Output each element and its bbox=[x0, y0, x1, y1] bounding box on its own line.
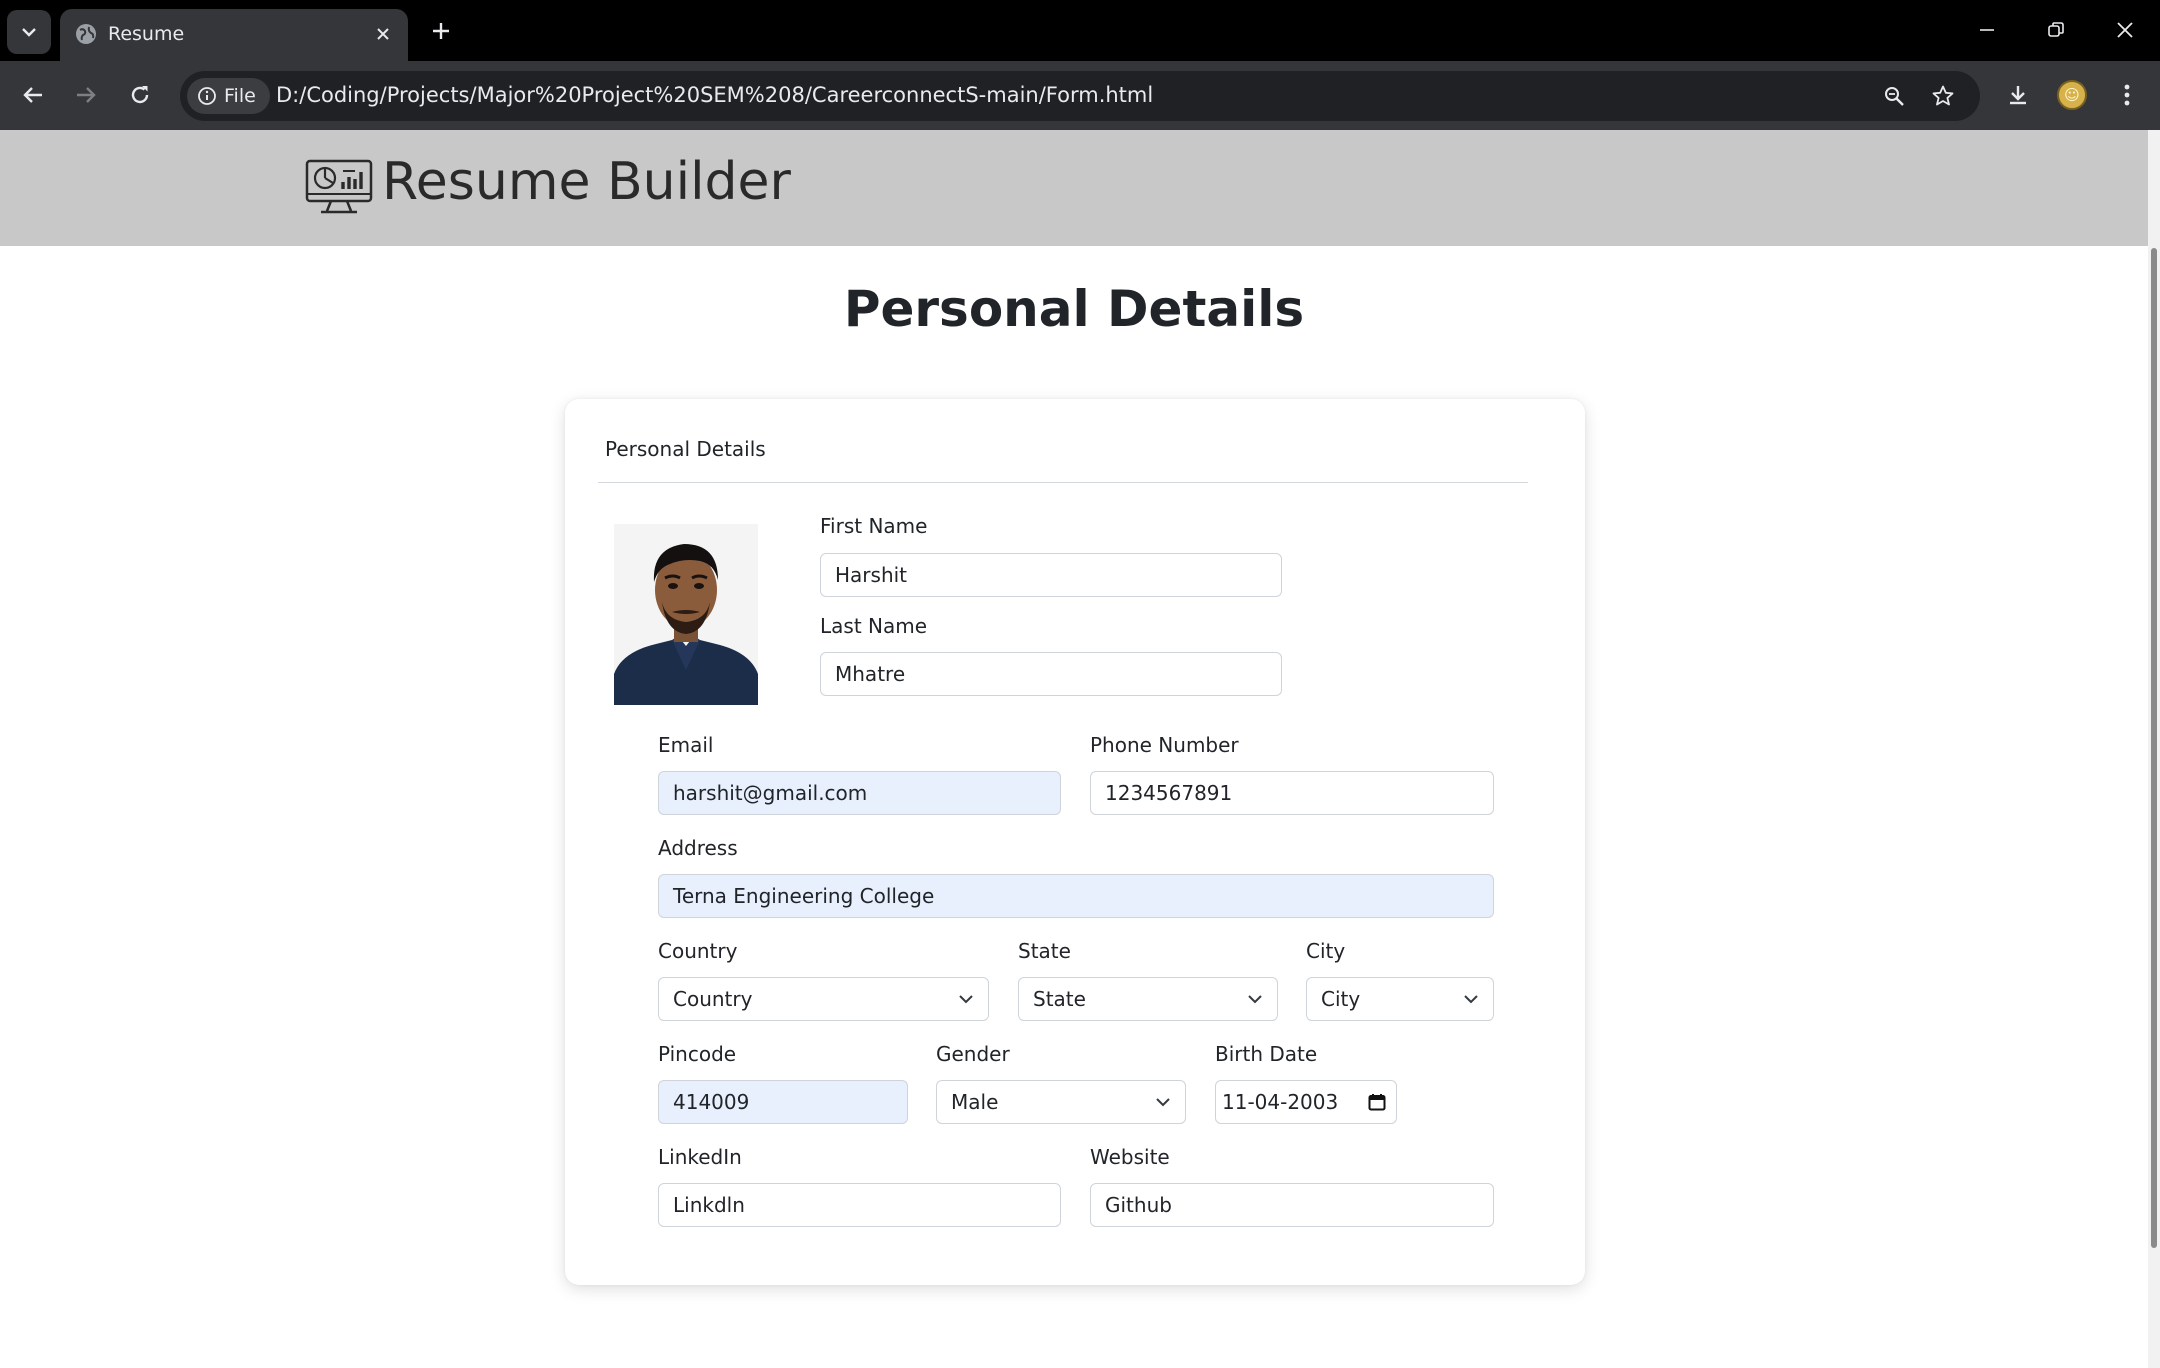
city-label: City bbox=[1306, 939, 1346, 963]
reload-icon bbox=[131, 86, 149, 104]
bookmark-button[interactable] bbox=[1927, 80, 1959, 112]
page-title: Personal Details bbox=[843, 280, 1305, 338]
site-header: Resume Builder bbox=[0, 130, 2148, 246]
linkedin-value: Linkdln bbox=[673, 1193, 745, 1217]
phone-field[interactable]: 1234567891 bbox=[1090, 771, 1494, 815]
menu-button[interactable] bbox=[2106, 74, 2148, 116]
avatar: ☺ bbox=[2057, 80, 2087, 110]
profile-button[interactable]: ☺ bbox=[2051, 74, 2093, 116]
new-tab-button[interactable] bbox=[424, 14, 458, 48]
tab-close-button[interactable] bbox=[370, 21, 396, 47]
state-select[interactable]: State bbox=[1018, 977, 1278, 1021]
more-vertical-icon bbox=[2124, 84, 2130, 106]
download-icon bbox=[2010, 86, 2026, 105]
last-name-value: Mhatre bbox=[835, 662, 906, 686]
browser-tab-bar: Resume bbox=[0, 0, 2160, 61]
country-value: Country bbox=[673, 987, 753, 1011]
downloads-button[interactable] bbox=[1997, 74, 2039, 116]
email-value: harshit@gmail.com bbox=[673, 781, 868, 805]
phone-label: Phone Number bbox=[1090, 733, 1239, 757]
plus-icon bbox=[433, 23, 449, 39]
star-icon bbox=[1932, 85, 1954, 106]
info-icon bbox=[198, 87, 216, 105]
email-field[interactable]: harshit@gmail.com bbox=[658, 771, 1061, 815]
divider bbox=[598, 482, 1528, 483]
globe-icon bbox=[76, 24, 96, 44]
city-select[interactable]: City bbox=[1306, 977, 1494, 1021]
scrollbar-thumb[interactable] bbox=[2151, 248, 2157, 1248]
last-name-input[interactable]: Mhatre bbox=[820, 652, 1282, 696]
back-button[interactable] bbox=[12, 74, 54, 116]
city-value: City bbox=[1321, 987, 1361, 1011]
phone-value: 1234567891 bbox=[1105, 781, 1233, 805]
browser-toolbar: File D:/Coding/Projects/Major%20Project%… bbox=[0, 61, 2160, 130]
birth-date-value: 11-04-2003 bbox=[1222, 1090, 1339, 1114]
chevron-down-icon bbox=[959, 995, 973, 1004]
last-name-label: Last Name bbox=[820, 614, 928, 638]
minimize-icon bbox=[1980, 29, 1994, 31]
file-chip-label: File bbox=[224, 85, 256, 107]
gender-value: Male bbox=[951, 1090, 999, 1114]
birth-date-label: Birth Date bbox=[1215, 1042, 1318, 1066]
linkedin-field[interactable]: Linkdln bbox=[658, 1183, 1061, 1227]
gender-label: Gender bbox=[936, 1042, 1010, 1066]
address-field[interactable]: Terna Engineering College bbox=[658, 874, 1494, 918]
address-bar[interactable]: File D:/Coding/Projects/Major%20Project%… bbox=[180, 71, 1980, 121]
pincode-value: 414009 bbox=[673, 1090, 750, 1114]
birth-date-input[interactable]: 11-04-2003 bbox=[1215, 1080, 1397, 1124]
restore-icon bbox=[2048, 22, 2064, 37]
chevron-down-icon bbox=[1156, 1098, 1170, 1107]
gender-select[interactable]: Male bbox=[936, 1080, 1186, 1124]
pincode-field[interactable]: 414009 bbox=[658, 1080, 908, 1124]
page-scrollbar[interactable] bbox=[2148, 130, 2160, 1368]
zoom-button[interactable] bbox=[1878, 80, 1910, 112]
card-title: Personal Details bbox=[605, 437, 766, 461]
page-viewport: Resume Builder Personal Details Personal… bbox=[0, 130, 2148, 1368]
browser-tab[interactable]: Resume bbox=[60, 9, 408, 61]
country-select[interactable]: Country bbox=[658, 977, 989, 1021]
first-name-label: First Name bbox=[820, 514, 928, 538]
profile-photo-image bbox=[614, 524, 758, 705]
calendar-icon[interactable] bbox=[1368, 1093, 1386, 1111]
personal-details-card: Personal Details First Name Harshit Last bbox=[565, 399, 1585, 1285]
first-name-value: Harshit bbox=[835, 563, 908, 587]
chevron-down-icon bbox=[1248, 995, 1262, 1004]
website-label: Website bbox=[1090, 1145, 1170, 1169]
forward-button[interactable] bbox=[65, 74, 107, 116]
close-icon bbox=[2117, 22, 2133, 38]
minimize-button[interactable] bbox=[1957, 8, 2017, 52]
reload-button[interactable] bbox=[119, 74, 161, 116]
website-value: Github bbox=[1105, 1193, 1172, 1217]
dashboard-monitor-icon bbox=[305, 159, 373, 214]
chevron-down-icon bbox=[1464, 995, 1478, 1004]
address-label: Address bbox=[658, 836, 738, 860]
profile-photo[interactable] bbox=[614, 524, 758, 705]
first-name-input[interactable]: Harshit bbox=[820, 553, 1282, 597]
site-title: Resume Builder bbox=[382, 152, 791, 212]
url-text: D:/Coding/Projects/Major%20Project%20SEM… bbox=[276, 83, 1154, 107]
address-value: Terna Engineering College bbox=[673, 884, 935, 908]
arrow-left-icon bbox=[23, 87, 42, 103]
state-label: State bbox=[1018, 939, 1071, 963]
site-info-chip[interactable]: File bbox=[187, 78, 270, 114]
state-value: State bbox=[1033, 987, 1086, 1011]
pincode-label: Pincode bbox=[658, 1042, 737, 1066]
tab-title: Resume bbox=[108, 23, 185, 45]
country-label: Country bbox=[658, 939, 738, 963]
email-label: Email bbox=[658, 733, 714, 757]
close-window-button[interactable] bbox=[2095, 8, 2155, 52]
website-field[interactable]: Github bbox=[1090, 1183, 1494, 1227]
chevron-down-icon bbox=[22, 28, 36, 37]
tab-search-button[interactable] bbox=[7, 10, 51, 54]
linkedin-label: LinkedIn bbox=[658, 1145, 742, 1169]
restore-button[interactable] bbox=[2026, 8, 2086, 52]
close-icon bbox=[377, 28, 389, 40]
zoom-icon bbox=[1885, 87, 1904, 106]
arrow-right-icon bbox=[77, 87, 96, 103]
